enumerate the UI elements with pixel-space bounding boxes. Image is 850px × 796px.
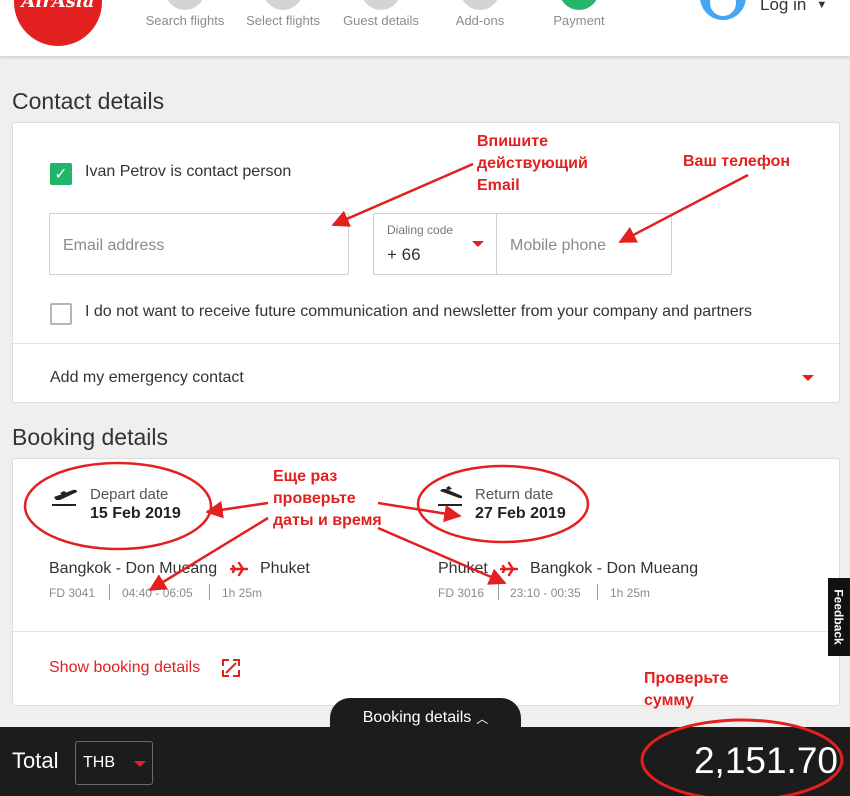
return-time: 23:10 - 00:35 bbox=[510, 586, 581, 600]
step-circle-icon bbox=[559, 0, 599, 10]
plane-icon bbox=[229, 561, 249, 577]
step-circle-icon bbox=[460, 0, 500, 10]
feedback-tab[interactable]: Feedback bbox=[828, 578, 850, 656]
booking-details-tab-label: Booking details bbox=[362, 709, 472, 726]
chevron-down-icon: ▼ bbox=[816, 0, 828, 11]
step-circle-icon bbox=[361, 0, 401, 10]
email-field[interactable]: Email address bbox=[49, 213, 349, 275]
separator bbox=[498, 584, 499, 600]
dropdown-caret-icon bbox=[472, 241, 484, 247]
feedback-label: Feedback bbox=[832, 589, 847, 645]
newsletter-optout-checkbox[interactable] bbox=[50, 303, 72, 325]
dialing-code-label: Dialing code bbox=[387, 223, 454, 237]
expand-icon[interactable] bbox=[221, 658, 241, 678]
booking-details-title: Booking details bbox=[12, 424, 168, 450]
step-label: Select flights bbox=[246, 13, 320, 28]
return-origin: Phuket bbox=[438, 560, 488, 577]
step-add-ons[interactable]: Add-ons bbox=[430, 0, 530, 56]
return-date-label: Return date bbox=[475, 486, 554, 503]
step-label: Payment bbox=[553, 13, 605, 28]
user-avatar-icon[interactable] bbox=[700, 0, 746, 20]
currency-value: THB bbox=[83, 754, 115, 771]
step-circle-icon bbox=[165, 0, 205, 10]
chevron-up-icon: ︿ bbox=[476, 711, 489, 726]
mobile-phone-input[interactable]: Mobile phone bbox=[498, 214, 672, 274]
depart-date-label: Depart date bbox=[90, 486, 169, 503]
depart-date-value: 15 Feb 2019 bbox=[90, 505, 181, 522]
step-label: Guest details bbox=[343, 13, 419, 28]
email-placeholder: Email address bbox=[63, 237, 165, 254]
dialing-code-select[interactable]: Dialing code + 66 bbox=[374, 214, 497, 274]
contact-person-checkbox[interactable]: ✓ bbox=[50, 163, 72, 185]
depart-time: 04:40 - 06:05 bbox=[122, 586, 193, 600]
return-duration: 1h 25m bbox=[610, 586, 651, 600]
annotation-phone: Ваш телефон bbox=[683, 153, 791, 170]
dropdown-caret-icon bbox=[134, 761, 146, 767]
return-date-value: 27 Feb 2019 bbox=[475, 505, 566, 522]
step-guest-details[interactable]: Guest details bbox=[331, 0, 431, 56]
step-search-flights[interactable]: Search flights bbox=[135, 0, 235, 56]
step-label: Search flights bbox=[145, 13, 225, 28]
chevron-down-icon bbox=[802, 375, 814, 381]
mobile-placeholder: Mobile phone bbox=[510, 237, 607, 254]
dialing-code-value: + 66 bbox=[387, 245, 421, 264]
depart-duration: 1h 25m bbox=[222, 586, 263, 600]
contact-person-label: Ivan Petrov is contact person bbox=[85, 163, 292, 180]
emergency-contact-label: Add my emergency contact bbox=[50, 369, 244, 386]
return-flight-number: FD 3016 bbox=[438, 586, 485, 600]
show-booking-details-link[interactable]: Show booking details bbox=[49, 659, 200, 677]
plane-takeoff-icon bbox=[51, 485, 79, 507]
login-label: Log in bbox=[760, 0, 807, 14]
booking-details-tab[interactable]: Booking details ︿ bbox=[330, 698, 521, 738]
separator bbox=[597, 584, 598, 600]
plane-landing-icon bbox=[437, 485, 465, 507]
separator bbox=[109, 584, 110, 600]
login-menu[interactable]: Log in ▼ bbox=[760, 0, 827, 15]
total-label: Total bbox=[12, 748, 59, 773]
contact-details-title: Contact details bbox=[12, 88, 165, 114]
step-payment[interactable]: Payment bbox=[529, 0, 629, 56]
newsletter-optout-label: I do not want to receive future communic… bbox=[85, 303, 753, 320]
plane-icon bbox=[499, 561, 519, 577]
depart-origin: Bangkok - Don Mueang bbox=[49, 560, 218, 577]
step-circle-icon bbox=[263, 0, 303, 10]
return-destination: Bangkok - Don Mueang bbox=[530, 560, 699, 577]
step-select-flights[interactable]: Select flights bbox=[233, 0, 333, 56]
depart-flight-number: FD 3041 bbox=[49, 586, 96, 600]
emergency-contact-toggle[interactable]: Add my emergency contact bbox=[13, 344, 839, 402]
separator bbox=[209, 584, 210, 600]
top-header: AirAsia Search flights Select flights Gu… bbox=[0, 0, 850, 56]
annotation-email: Впишите действующий Email bbox=[477, 133, 588, 194]
airasia-logo[interactable]: AirAsia bbox=[14, 0, 102, 46]
annotation-sum: Проверьте сумму bbox=[644, 670, 729, 709]
currency-select[interactable]: THB bbox=[75, 741, 153, 785]
depart-destination: Phuket bbox=[260, 560, 310, 577]
step-label: Add-ons bbox=[455, 13, 505, 28]
annotation-dates: Еще раз проверьте даты и время bbox=[273, 468, 382, 529]
divider bbox=[13, 631, 839, 632]
total-amount: 2,151.70 bbox=[693, 740, 838, 781]
phone-field-group: Dialing code + 66 Mobile phone bbox=[373, 213, 672, 275]
